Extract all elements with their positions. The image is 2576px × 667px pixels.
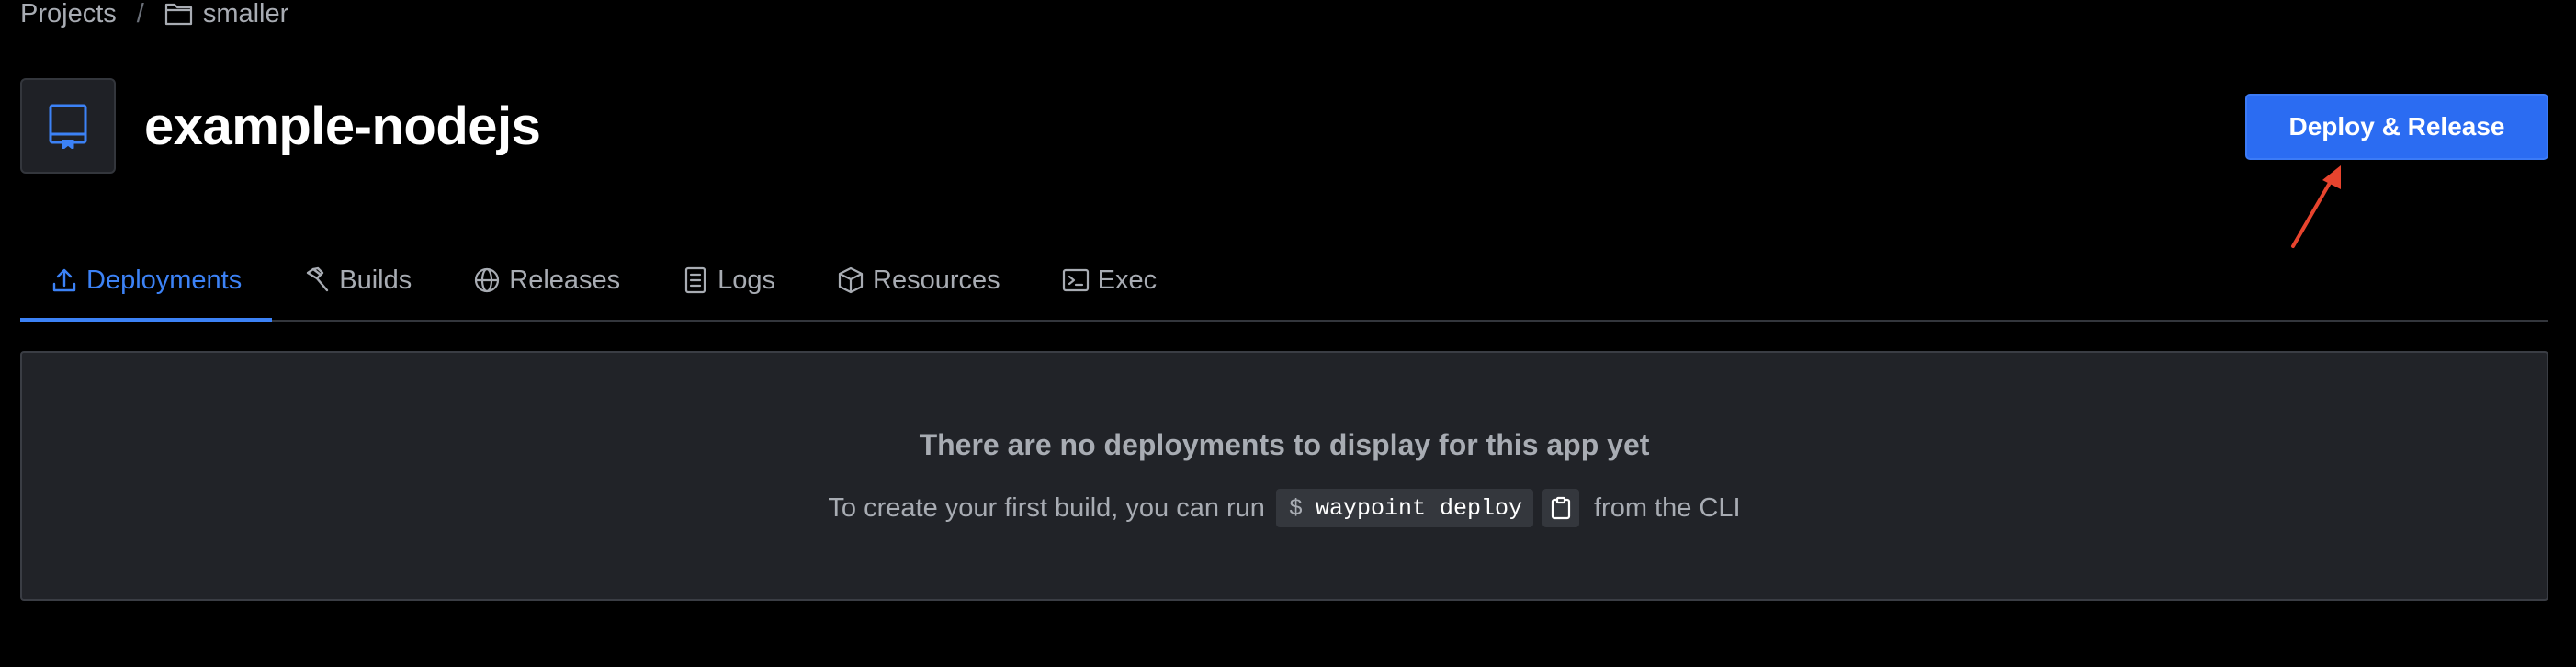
tab-bar: Deployments Builds Releases Logs Resourc… bbox=[20, 241, 2548, 322]
empty-state-title: There are no deployments to display for … bbox=[919, 428, 1650, 461]
box-icon bbox=[836, 266, 865, 295]
globe-icon bbox=[472, 266, 502, 295]
tab-exec[interactable]: Exec bbox=[1031, 241, 1187, 320]
empty-state-hint: To create your first build, you can run … bbox=[22, 489, 2547, 527]
tab-deployments[interactable]: Deployments bbox=[20, 241, 273, 322]
tab-label: Logs bbox=[717, 265, 776, 295]
terminal-icon bbox=[1061, 266, 1090, 295]
tab-logs[interactable]: Logs bbox=[650, 241, 806, 320]
hint-text-before: To create your first build, you can run bbox=[828, 492, 1265, 523]
empty-state-panel: There are no deployments to display for … bbox=[20, 351, 2548, 601]
hammer-icon bbox=[302, 266, 332, 295]
command-text: waypoint deploy bbox=[1315, 494, 1522, 522]
upload-icon bbox=[50, 266, 79, 295]
tab-label: Builds bbox=[339, 265, 412, 295]
tab-label: Releases bbox=[509, 265, 621, 295]
tab-label: Resources bbox=[873, 265, 1000, 295]
annotation-arrow-icon bbox=[2291, 165, 2341, 248]
breadcrumb-current[interactable]: smaller bbox=[203, 0, 288, 29]
breadcrumb-projects-link[interactable]: Projects bbox=[20, 0, 117, 29]
folder-icon bbox=[164, 1, 194, 27]
copy-command-button[interactable] bbox=[1542, 489, 1579, 527]
breadcrumb-separator: / bbox=[136, 0, 144, 28]
page: Projects / smaller example-nodejs Deploy… bbox=[0, 0, 2576, 667]
tab-resources[interactable]: Resources bbox=[806, 241, 1031, 320]
deploy-release-button[interactable]: Deploy & Release bbox=[2245, 94, 2548, 160]
document-list-icon bbox=[681, 266, 710, 295]
command-prompt: $ bbox=[1288, 494, 1303, 522]
repository-icon bbox=[49, 104, 87, 149]
page-title: example-nodejs bbox=[144, 96, 541, 156]
app-icon-tile bbox=[20, 78, 116, 174]
tab-builds[interactable]: Builds bbox=[272, 241, 442, 320]
tab-label: Exec bbox=[1097, 265, 1158, 295]
tab-label: Deployments bbox=[86, 265, 243, 295]
hint-text-after: from the CLI bbox=[1594, 492, 1741, 523]
breadcrumb: Projects / smaller bbox=[20, 0, 288, 28]
cli-command-snippet: $ waypoint deploy bbox=[1275, 489, 1533, 527]
clipboard-icon bbox=[1551, 496, 1571, 520]
tab-releases[interactable]: Releases bbox=[442, 241, 650, 320]
